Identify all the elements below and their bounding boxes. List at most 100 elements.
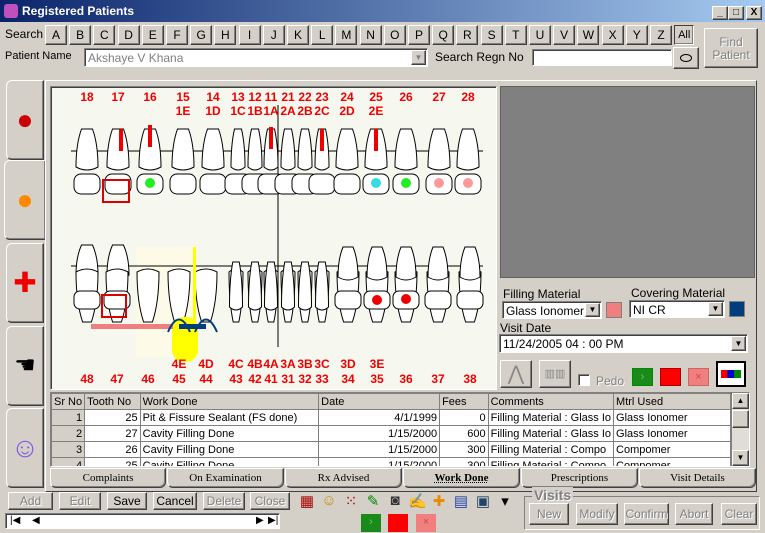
column-header[interactable]: Sr No (51, 393, 86, 410)
tab-on-examination[interactable]: On Examination (167, 468, 284, 488)
column-header[interactable]: Tooth No (84, 393, 141, 410)
film-icon[interactable]: ▤ (452, 492, 470, 512)
pen-icon[interactable]: ✎ (364, 492, 382, 512)
letter-button-f[interactable]: F (166, 25, 188, 45)
letter-button-b[interactable]: B (69, 25, 92, 45)
chevron-down-icon[interactable]: ▼ (585, 303, 600, 317)
scroll-down-button[interactable]: ▼ (732, 450, 749, 466)
scroll-up-button[interactable]: ▲ (732, 393, 749, 409)
table-row[interactable]: 1 25 Pit & Fissure Sealant (FS done) 4/1/19… (51, 409, 731, 426)
action-cancel-button[interactable]: Cancel (153, 492, 197, 510)
action-add-button[interactable]: Add (8, 492, 53, 510)
scroll-thumb[interactable] (732, 410, 749, 428)
chevron-down-icon[interactable]: ▼ (411, 50, 426, 65)
work-done-table[interactable]: Sr No Tooth No Work Done Date Fees Comments Mt… (50, 392, 750, 467)
column-header[interactable]: Mtrl Used (613, 393, 731, 410)
first-record-icon[interactable]: |◀ (10, 515, 20, 526)
letter-button-q[interactable]: Q (432, 25, 455, 45)
column-header[interactable]: Work Done (139, 393, 320, 410)
tab-work-done[interactable]: Work Done (403, 468, 520, 488)
letter-button-r[interactable]: R (456, 25, 479, 45)
record-scroll[interactable] (48, 516, 253, 527)
visit-date-select[interactable]: 11/24/2005 04 : 00 PM ▼ (499, 334, 748, 353)
camera-icon[interactable]: ◙ (386, 492, 404, 512)
letter-button-z[interactable]: Z (650, 25, 672, 45)
record-navigator[interactable]: |◀ ◀ ▶ ▶| (5, 513, 280, 529)
teeth-diagram[interactable] (51, 87, 496, 389)
teeth-view-button[interactable]: ▥▥ (539, 360, 571, 388)
letter-button-s[interactable]: S (480, 25, 503, 45)
tab-visit-details[interactable]: Visit Details (639, 468, 756, 488)
covering-material-select[interactable]: NI CR ▼ (629, 300, 725, 318)
action-save-button[interactable]: Save (107, 492, 147, 510)
color-palette-button[interactable] (716, 361, 746, 387)
bottom-confirm-button[interactable]: › (361, 514, 381, 532)
filling-material-select[interactable]: Glass Ionomer ▼ (502, 301, 602, 319)
letter-button-v[interactable]: V (553, 25, 576, 45)
prev-record-icon[interactable]: ◀ (32, 515, 40, 526)
monitor-icon[interactable]: ▣ (474, 492, 492, 512)
last-record-icon[interactable]: ▶| (268, 515, 278, 526)
chevron-down-icon[interactable]: ▼ (731, 336, 746, 351)
tab-rx-advised[interactable]: Rx Advised (285, 468, 402, 488)
dropdown-icon[interactable]: ▾ (496, 492, 514, 512)
chevron-down-icon[interactable]: ▼ (708, 302, 723, 316)
letter-button-u[interactable]: U (529, 25, 551, 45)
table-row[interactable]: 3 26 Cavity Filling Done 1/15/2000 300 Fillin… (51, 441, 731, 458)
left-tab-pointer[interactable]: ☚ (6, 326, 44, 406)
close-button[interactable]: X (746, 6, 762, 20)
cancel-x-button[interactable]: × (688, 368, 709, 386)
dice-icon[interactable]: ⁙ (342, 492, 360, 512)
letter-button-y[interactable]: Y (625, 25, 648, 45)
table-row[interactable]: 2 27 Cavity Filling Done 1/15/2000 600 Fillin… (51, 425, 731, 442)
minimize-button[interactable]: _ (712, 6, 728, 20)
action-edit-button[interactable]: Edit (59, 492, 101, 510)
left-tab-medical[interactable]: ✚ (6, 243, 44, 323)
letter-button-all[interactable]: All (674, 25, 695, 45)
gift-icon[interactable]: ✚ (430, 492, 448, 512)
dental-chart[interactable]: 18 17 16 15 14 13 12 11 21 22 23 24 25 26 27 28 1E 1D 1C 1B… (50, 86, 497, 390)
confirm-green-button[interactable]: › (632, 368, 653, 386)
red-stop-button[interactable] (660, 368, 681, 386)
tab-complaints[interactable]: Complaints (50, 468, 166, 488)
letter-button-o[interactable]: O (383, 25, 406, 45)
covering-color-swatch[interactable] (729, 301, 745, 317)
visit-abort-button[interactable]: Abort (675, 503, 713, 525)
left-tab-materials[interactable]: ● (6, 80, 44, 160)
action-delete-button[interactable]: Delete (203, 492, 245, 510)
patient-name-combo[interactable]: Akshaye V Khana ▼ (84, 48, 428, 67)
search-regn-button[interactable] (673, 47, 699, 69)
column-header[interactable]: Date (318, 393, 441, 410)
bottom-cancel-button[interactable]: × (416, 514, 436, 532)
pedo-checkbox[interactable] (578, 374, 590, 386)
letter-button-a[interactable]: A (45, 25, 67, 45)
doctor-icon[interactable]: ☺ (320, 492, 338, 512)
visit-modify-button[interactable]: Modify (576, 503, 618, 525)
letter-button-c[interactable]: C (93, 25, 116, 45)
left-tab-chart[interactable]: ● (4, 160, 46, 240)
report-icon[interactable]: ▦ (298, 492, 316, 512)
letter-button-g[interactable]: G (190, 25, 213, 45)
filling-color-swatch[interactable] (606, 302, 622, 318)
left-tab-masks[interactable]: ☺ (6, 408, 44, 488)
table-row[interactable]: 4 25 Cavity Filling Done 1/15/2000 300 Fillin… (51, 457, 731, 466)
maximize-button[interactable]: □ (728, 6, 744, 20)
xray-icon[interactable]: ✍ (408, 492, 427, 512)
find-patient-button[interactable]: Find Patient (704, 28, 758, 68)
bottom-stop-button[interactable] (388, 514, 408, 532)
visit-clear-button[interactable]: Clear (721, 503, 757, 525)
letter-button-n[interactable]: N (359, 25, 382, 45)
letter-button-i[interactable]: I (238, 25, 261, 45)
letter-button-k[interactable]: K (287, 25, 309, 45)
letter-button-w[interactable]: W (577, 25, 600, 45)
letter-button-t[interactable]: T (504, 25, 527, 45)
letter-button-p[interactable]: P (408, 25, 430, 45)
letter-button-d[interactable]: D (117, 25, 140, 45)
letter-button-j[interactable]: J (262, 25, 285, 45)
next-record-icon[interactable]: ▶ (256, 515, 264, 526)
letter-button-l[interactable]: L (311, 25, 334, 45)
visit-confirm-button[interactable]: Confirm (624, 503, 669, 525)
visit-new-button[interactable]: New (529, 503, 569, 525)
column-header[interactable]: Comments (487, 393, 615, 410)
column-header[interactable]: Fees (439, 393, 489, 410)
